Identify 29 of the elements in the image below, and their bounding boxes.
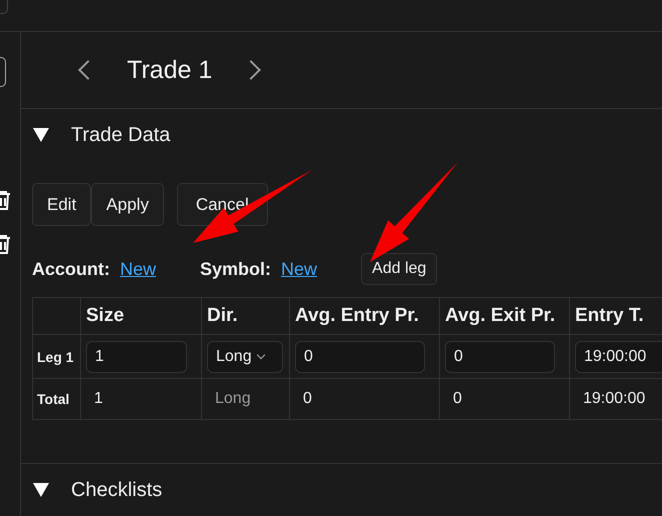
symbol-link[interactable]: New — [281, 258, 318, 280]
trade-title: Trade 1 — [127, 56, 212, 84]
account-link[interactable]: New — [120, 258, 156, 280]
input-field[interactable]: 0 — [295, 340, 425, 372]
row-label: Leg 1 — [37, 348, 74, 364]
table-cell-text: 0 — [452, 390, 462, 408]
table-cell-text: 1 — [93, 390, 103, 408]
column-header: Dir. — [207, 305, 238, 326]
column-header: Avg. Exit Pr. — [445, 305, 556, 326]
field-label: Symbol: — [200, 258, 272, 280]
field-label: Account: — [32, 258, 110, 280]
column-header: Size — [86, 305, 124, 326]
action-button[interactable]: Edit — [32, 183, 92, 226]
action-button[interactable]: Apply — [91, 183, 164, 226]
section-title: Trade Data — [71, 124, 170, 146]
table-cell-text: Long — [214, 390, 251, 408]
column-header: Avg. Entry Pr. — [295, 305, 419, 326]
row-label: Total — [37, 391, 70, 407]
input-field[interactable]: 1 — [86, 340, 187, 372]
section-title: Checklists — [71, 478, 162, 502]
collapse-toggle-icon[interactable] — [33, 483, 49, 497]
input-field[interactable]: 19:00:00 — [575, 340, 662, 372]
column-header: Entry T. — [575, 305, 644, 326]
collapse-toggle-icon[interactable] — [33, 128, 49, 142]
input-field[interactable]: 0 — [445, 340, 555, 372]
table-cell-text: 0 — [302, 390, 312, 408]
table-cell-text: 19:00:00 — [582, 390, 646, 408]
add-leg-button[interactable]: Add leg — [361, 253, 438, 285]
direction-dropdown[interactable]: Long — [207, 340, 283, 372]
